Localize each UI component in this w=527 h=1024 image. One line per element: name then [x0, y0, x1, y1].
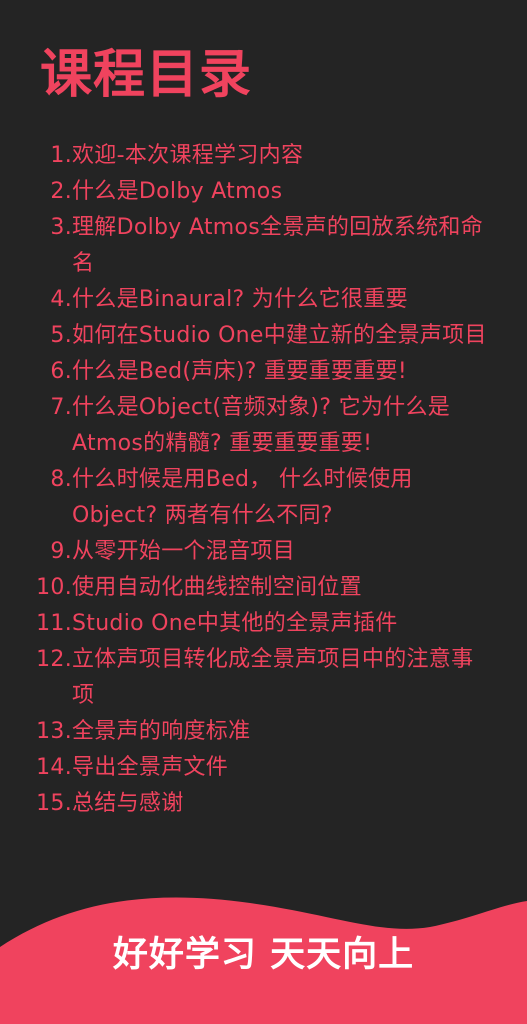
item-text: 从零开始一个混音项目	[72, 539, 296, 564]
item-number: 4.	[50, 287, 72, 312]
item-number: 14.	[36, 755, 72, 780]
item-text: 总结与感谢	[72, 791, 184, 816]
item-number: 11.	[36, 611, 72, 636]
item-text: 什么是Dolby Atmos	[72, 179, 283, 204]
list-item-14: 14. 导出全景声文件	[30, 750, 495, 786]
page-title: 课程目录	[40, 45, 253, 105]
item-text: 全景声的响度标准	[72, 719, 251, 744]
item-number: 15.	[36, 791, 72, 816]
item-number: 8.	[50, 467, 72, 492]
item-text: 什么是Bed(声床)? 重要重要重要!	[72, 359, 407, 384]
item-text: 什么是Binaural? 为什么它很重要	[72, 287, 408, 312]
item-number: 1.	[50, 143, 72, 168]
item-text: 使用自动化曲线控制空间位置	[72, 575, 362, 600]
item-text: 什么时候是用Bed， 什么时候使用Object? 两者有什么不同?	[72, 467, 413, 528]
list-item-6: 6. 什么是Bed(声床)? 重要重要重要!	[30, 354, 495, 390]
item-number: 5.	[50, 323, 72, 348]
item-number: 6.	[50, 359, 72, 384]
list-item-9: 9. 从零开始一个混音项目	[30, 534, 495, 570]
list-item-2: 2. 什么是Dolby Atmos	[30, 174, 495, 210]
list-item-11: 11. Studio One中其他的全景声插件	[30, 606, 495, 642]
list-item-12: 12. 立体声项目转化成全景声项目中的注意事项	[30, 642, 495, 714]
list-item-5: 5. 如何在Studio One中建立新的全景声项目	[30, 318, 495, 354]
item-text: 立体声项目转化成全景声项目中的注意事项	[72, 647, 474, 708]
item-text: Studio One中其他的全景声插件	[72, 611, 398, 636]
item-number: 12.	[36, 647, 72, 672]
item-number: 7.	[50, 395, 72, 420]
list-item-3: 3. 理解Dolby Atmos全景声的回放系统和命名	[30, 210, 495, 282]
item-number: 3.	[50, 215, 72, 240]
item-number: 13.	[36, 719, 72, 744]
item-text: 导出全景声文件	[72, 755, 229, 780]
list-item-10: 10. 使用自动化曲线控制空间位置	[30, 570, 495, 606]
item-text: 如何在Studio One中建立新的全景声项目	[72, 323, 487, 348]
list-item-4: 4. 什么是Binaural? 为什么它很重要	[30, 282, 495, 318]
list-item-13: 13. 全景声的响度标准	[30, 714, 495, 750]
course-outline-list: 1. 欢迎-本次课程学习内容 2. 什么是Dolby Atmos 3. 理解Do…	[30, 138, 495, 822]
list-item-1: 1. 欢迎-本次课程学习内容	[30, 138, 495, 174]
item-number: 2.	[50, 179, 72, 204]
item-text: 理解Dolby Atmos全景声的回放系统和命名	[72, 215, 484, 276]
footer-slogan: 好好学习 天天向上	[112, 935, 415, 975]
item-text: 什么是Object(音频对象)? 它为什么是Atmos的精髓? 重要重要重要!	[72, 395, 451, 456]
list-item-8: 8. 什么时候是用Bed， 什么时候使用Object? 两者有什么不同?	[30, 462, 495, 534]
list-item-7: 7. 什么是Object(音频对象)? 它为什么是Atmos的精髓? 重要重要重…	[30, 390, 495, 462]
item-number: 9.	[50, 539, 72, 564]
item-number: 10.	[36, 575, 72, 600]
item-text: 欢迎-本次课程学习内容	[72, 143, 304, 168]
list-item-15: 15. 总结与感谢	[30, 786, 495, 822]
